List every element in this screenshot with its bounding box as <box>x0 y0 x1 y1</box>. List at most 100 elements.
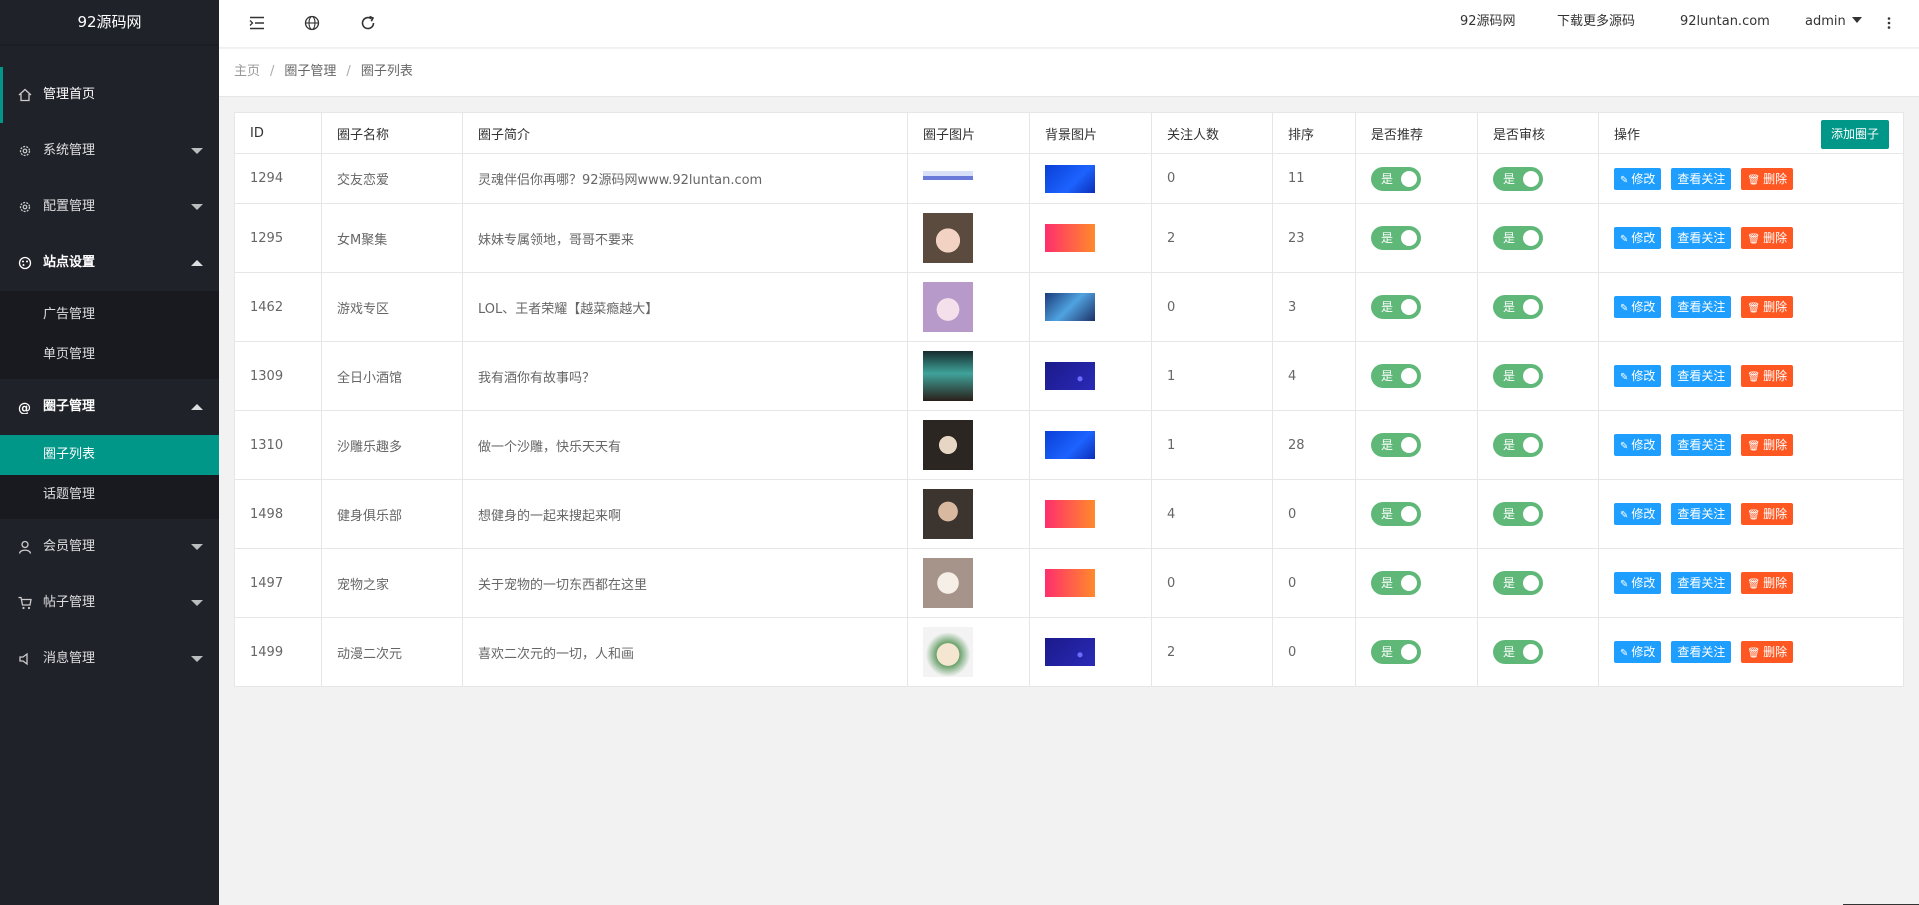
delete-button[interactable]: 🗑 删除 <box>1741 227 1794 249</box>
audit-switch[interactable]: 是 <box>1493 502 1543 526</box>
background-image[interactable] <box>1045 362 1095 390</box>
background-image[interactable] <box>1045 638 1095 666</box>
circle-image[interactable] <box>923 213 973 263</box>
view-followers-button[interactable]: 查看关注 <box>1671 572 1732 594</box>
breadcrumb-home[interactable]: 主页 <box>234 64 260 79</box>
sidebar-item-posts[interactable]: 帖子管理 <box>0 575 219 631</box>
cell-followers: 4 <box>1151 479 1273 549</box>
cell-id: 1310 <box>234 410 322 480</box>
delete-button[interactable]: 🗑 删除 <box>1741 641 1794 663</box>
app-logo[interactable]: 92源码网 <box>0 0 219 44</box>
background-image[interactable] <box>1045 224 1095 252</box>
view-followers-button[interactable]: 查看关注 <box>1671 227 1732 249</box>
view-followers-button[interactable]: 查看关注 <box>1671 641 1732 663</box>
menu-fold-icon[interactable] <box>248 14 266 32</box>
recommend-switch[interactable]: 是 <box>1371 433 1421 457</box>
pencil-icon: ✎ <box>1620 372 1629 383</box>
sidebar-subitem-ads[interactable]: 广告管理 <box>0 295 219 335</box>
header-link-site[interactable]: 92源码网 <box>1460 0 1516 44</box>
cell-audit: 是 <box>1477 341 1599 411</box>
chevron-down-icon <box>191 656 203 662</box>
table-row: 1497 宠物之家 关于宠物的一切东西都在这里 0 0 是是 ✎ 修改 查看关注 🗑 删除 <box>234 548 1904 618</box>
add-circle-button[interactable]: 添加圈子 <box>1820 120 1889 149</box>
edit-button[interactable]: ✎ 修改 <box>1614 167 1662 190</box>
circle-image[interactable] <box>923 282 973 332</box>
breadcrumb: 主页 / 圈子管理 / 圈子列表 <box>219 49 1919 97</box>
view-followers-button[interactable]: 查看关注 <box>1671 434 1732 456</box>
view-followers-button[interactable]: 查看关注 <box>1671 503 1732 525</box>
circle-image[interactable] <box>923 627 973 677</box>
circle-image[interactable] <box>923 170 973 187</box>
user-menu[interactable]: admin <box>1805 0 1862 44</box>
background-image[interactable] <box>1045 569 1095 597</box>
audit-switch[interactable]: 是 <box>1493 433 1543 457</box>
delete-button[interactable]: 🗑 删除 <box>1741 434 1794 456</box>
recommend-switch[interactable]: 是 <box>1371 226 1421 250</box>
delete-button[interactable]: 🗑 删除 <box>1741 572 1794 594</box>
recommend-switch[interactable]: 是 <box>1371 166 1421 191</box>
sidebar-subitem-pages[interactable]: 单页管理 <box>0 335 219 375</box>
audit-switch[interactable]: 是 <box>1493 226 1543 250</box>
audit-switch[interactable]: 是 <box>1493 364 1543 388</box>
view-followers-button[interactable]: 查看关注 <box>1671 167 1732 190</box>
sidebar-item-system[interactable]: 系统管理 <box>0 123 219 179</box>
delete-button[interactable]: 🗑 删除 <box>1741 365 1794 387</box>
recommend-switch[interactable]: 是 <box>1371 295 1421 319</box>
header-link-luntan[interactable]: 92luntan.com <box>1680 0 1770 44</box>
circle-image[interactable] <box>923 489 973 539</box>
sidebar-subitem-circle-list[interactable]: 圈子列表 <box>0 435 219 475</box>
recommend-switch[interactable]: 是 <box>1371 640 1421 664</box>
edit-button[interactable]: ✎ 修改 <box>1614 227 1662 249</box>
recommend-switch[interactable]: 是 <box>1371 571 1421 595</box>
audit-switch[interactable]: 是 <box>1493 166 1543 191</box>
cell-recommend: 是 <box>1355 203 1478 273</box>
breadcrumb-circles[interactable]: 圈子管理 <box>284 64 336 79</box>
circle-table: ID 圈子名称 圈子简介 圈子图片 背景图片 关注人数 排序 是否推荐 是否审核… <box>234 112 1904 687</box>
more-vertical-icon[interactable] <box>1885 14 1893 32</box>
edit-button[interactable]: ✎ 修改 <box>1614 641 1662 663</box>
globe-icon[interactable] <box>303 14 321 32</box>
edit-button[interactable]: ✎ 修改 <box>1614 434 1662 456</box>
background-image[interactable] <box>1045 164 1095 193</box>
audit-switch[interactable]: 是 <box>1493 640 1543 664</box>
edit-button[interactable]: ✎ 修改 <box>1614 296 1662 318</box>
circle-image[interactable] <box>923 558 973 608</box>
edit-button[interactable]: ✎ 修改 <box>1614 572 1662 594</box>
background-image[interactable] <box>1045 293 1095 321</box>
edit-label: 修改 <box>1631 369 1656 383</box>
sidebar-subitem-topics[interactable]: 话题管理 <box>0 475 219 515</box>
background-image[interactable] <box>1045 431 1095 459</box>
cell-background <box>1029 479 1152 549</box>
delete-button[interactable]: 🗑 删除 <box>1741 503 1794 525</box>
refresh-icon[interactable] <box>359 14 377 32</box>
view-followers-button[interactable]: 查看关注 <box>1671 296 1732 318</box>
delete-button[interactable]: 🗑 删除 <box>1741 167 1794 190</box>
edit-button[interactable]: ✎ 修改 <box>1614 365 1662 387</box>
cell-intro: 想健身的一起来搜起来啊 <box>462 479 908 549</box>
header-link-download[interactable]: 下载更多源码 <box>1557 0 1635 44</box>
cell-audit: 是 <box>1477 479 1599 549</box>
cell-background <box>1029 410 1152 480</box>
cell-background <box>1029 153 1152 204</box>
sidebar-item-circles[interactable]: @ 圈子管理 <box>0 379 219 435</box>
sidebar-item-label: 消息管理 <box>43 651 96 666</box>
circle-image[interactable] <box>923 420 973 470</box>
sidebar-item-messages[interactable]: 消息管理 <box>0 631 219 687</box>
sidebar-item-config[interactable]: 配置管理 <box>0 179 219 235</box>
sidebar-item-members[interactable]: 会员管理 <box>0 519 219 575</box>
view-followers-button[interactable]: 查看关注 <box>1671 365 1732 387</box>
sidebar-item-home[interactable]: 管理首页 <box>0 67 219 123</box>
edit-button[interactable]: ✎ 修改 <box>1614 503 1662 525</box>
sidebar-item-site-settings[interactable]: 站点设置 <box>0 235 219 291</box>
cell-image <box>907 272 1030 342</box>
cell-name: 健身俱乐部 <box>321 479 463 549</box>
delete-label: 删除 <box>1763 171 1788 186</box>
delete-button[interactable]: 🗑 删除 <box>1741 296 1794 318</box>
background-image[interactable] <box>1045 500 1095 528</box>
col-followers: 关注人数 <box>1151 112 1273 154</box>
circle-image[interactable] <box>923 351 973 401</box>
audit-switch[interactable]: 是 <box>1493 571 1543 595</box>
recommend-switch[interactable]: 是 <box>1371 364 1421 388</box>
audit-switch[interactable]: 是 <box>1493 295 1543 319</box>
recommend-switch[interactable]: 是 <box>1371 502 1421 526</box>
